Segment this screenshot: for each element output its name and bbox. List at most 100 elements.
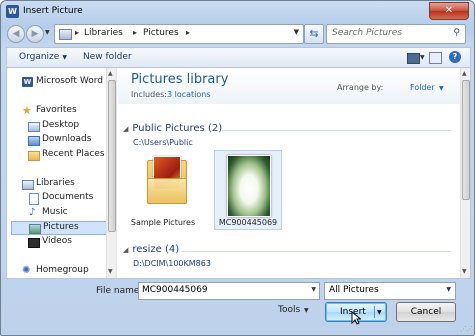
library-header: Pictures library Includes: 3 locations A… (118, 68, 460, 104)
change-view-icon[interactable] (407, 53, 420, 64)
scroll-down-arrow-icon[interactable]: ▼ (462, 268, 467, 275)
insert-options-dropdown[interactable]: ▼ (377, 304, 382, 322)
group-header-public-pictures[interactable]: ◢ Public Pictures (2) (123, 123, 222, 134)
nav-item-label: Favorites (36, 105, 77, 115)
nav-item-label: Microsoft Word (36, 76, 103, 86)
scroll-up-arrow-icon[interactable]: ▲ (108, 70, 113, 77)
folder-front-shape (147, 178, 187, 204)
main-area: W Microsoft Word ★ Favorites Desktop Dow… (6, 67, 471, 279)
documents-icon (29, 193, 39, 205)
tools-button[interactable]: Tools (278, 305, 300, 315)
image-thumbnail (227, 155, 271, 217)
nav-item-pictures[interactable]: Pictures (11, 221, 107, 235)
file-tile-sample-pictures[interactable]: Sample Pictures (130, 152, 196, 228)
mouse-cursor-icon (351, 311, 361, 325)
group-title: resize (4) (132, 244, 180, 255)
folder-icon (147, 156, 187, 204)
libraries-icon (22, 180, 34, 190)
nav-item-label: Desktop (42, 120, 80, 130)
resize-grip-icon[interactable]: ⋰⋰ (460, 325, 473, 333)
breadcrumb-libraries[interactable]: Libraries (84, 28, 123, 38)
pictures-icon (29, 224, 41, 234)
nav-item-label: Homegroup (36, 265, 89, 275)
star-icon: ★ (22, 104, 32, 117)
library-locations-link[interactable]: 3 locations (167, 90, 211, 99)
chevron-down-icon: ▼ (62, 54, 67, 61)
nav-scrollbar-thumb[interactable] (108, 80, 116, 232)
search-placeholder: Search Pictures (332, 28, 403, 38)
view-options-dropdown[interactable]: ▼ (420, 54, 425, 61)
chevron-down-icon[interactable]: ▼ (311, 286, 316, 293)
breadcrumb-separator[interactable]: ▸ (75, 28, 79, 37)
libraries-address-icon (59, 29, 72, 40)
close-button[interactable]: ✕ (429, 2, 469, 20)
music-icon: ♪ (29, 207, 36, 218)
chevron-down-icon[interactable]: ▼ (304, 307, 309, 314)
forward-button[interactable]: ▶ (26, 25, 44, 43)
group-path: C:\Users\Public (133, 138, 193, 147)
cancel-button[interactable]: Cancel (396, 302, 456, 322)
file-name-value: MC900445069 (142, 285, 208, 295)
nav-scrollbar[interactable]: ▲ ▼ (106, 68, 116, 278)
nav-item-label: Videos (42, 236, 72, 246)
word-icon: W (22, 77, 33, 87)
recent-locations-dropdown[interactable]: ▼ (45, 29, 50, 36)
address-history-dropdown[interactable]: ▼ (294, 28, 299, 36)
nav-item-label: Recent Places (42, 149, 105, 159)
nav-item-label: Pictures (43, 222, 79, 232)
breadcrumb-pictures[interactable]: Pictures (143, 28, 179, 38)
downloads-folder-icon (28, 136, 40, 146)
file-type-value: All Pictures (329, 285, 379, 295)
scroll-down-arrow-icon[interactable]: ▼ (108, 268, 113, 275)
homegroup-icon: ✺ (22, 265, 31, 276)
new-folder-button[interactable]: New folder (83, 52, 132, 62)
chevron-down-icon[interactable]: ▼ (446, 286, 451, 293)
recent-places-icon (28, 151, 40, 161)
address-bar[interactable]: ▸ Libraries ▸ Pictures ▸ ▼ (54, 24, 304, 44)
nav-item-label: Music (42, 207, 68, 217)
file-type-select[interactable]: All Pictures ▼ (324, 282, 456, 300)
navigation-pane: W Microsoft Word ★ Favorites Desktop Dow… (7, 68, 117, 278)
search-icon[interactable]: ⚲ (453, 28, 460, 38)
library-title: Pictures library (131, 72, 229, 87)
group-divider (181, 251, 451, 252)
split-divider (374, 306, 375, 318)
organize-button[interactable]: Organize ▼ (19, 52, 67, 62)
file-name-label: File name: (96, 286, 143, 296)
file-tile-mc900445069[interactable]: MC900445069 (214, 150, 282, 230)
arrange-by-label: Arrange by: (337, 83, 384, 92)
library-includes-label: Includes: (131, 90, 167, 99)
dialog-title: Insert Picture (23, 6, 83, 16)
collapse-caret-icon[interactable]: ◢ (123, 246, 128, 254)
file-name: MC900445069 (218, 218, 278, 227)
word-app-icon: W (6, 5, 19, 18)
insert-picture-dialog: W Insert Picture ✕ ◀ ▶ ▼ ▸ Libraries ▸ P… (0, 0, 475, 336)
preview-pane-icon[interactable] (429, 52, 442, 64)
refresh-button[interactable]: ⇆ (304, 24, 324, 44)
organize-label: Organize (19, 52, 60, 62)
collapse-caret-icon[interactable]: ◢ (123, 125, 128, 133)
nav-item-label: Documents (42, 192, 94, 202)
title-bar: W Insert Picture ✕ (1, 1, 474, 25)
back-button[interactable]: ◀ (7, 25, 25, 43)
content-pane: Pictures library Includes: 3 locations A… (118, 68, 460, 278)
file-name: Sample Pictures (130, 218, 196, 227)
content-scrollbar[interactable]: ▲ ▼ (460, 68, 470, 278)
videos-icon (28, 238, 40, 248)
group-divider (221, 130, 451, 131)
chevron-down-icon[interactable]: ▼ (439, 85, 444, 92)
scroll-up-arrow-icon[interactable]: ▲ (462, 70, 467, 77)
nav-item-label: Downloads (42, 134, 92, 144)
group-title: Public Pictures (2) (132, 123, 223, 134)
desktop-folder-icon (28, 122, 40, 132)
breadcrumb-separator[interactable]: ▸ (186, 28, 190, 37)
breadcrumb-separator[interactable]: ▸ (133, 28, 137, 37)
help-icon[interactable]: ? (449, 51, 461, 63)
content-scrollbar-thumb[interactable] (462, 80, 470, 200)
file-name-input[interactable]: MC900445069 ▼ (138, 282, 320, 300)
arrange-by-dropdown[interactable]: Folder (410, 83, 435, 92)
nav-item-label: Libraries (36, 178, 75, 188)
group-header-resize[interactable]: ◢ resize (4) (123, 244, 179, 255)
command-toolbar: Organize ▼ New folder ▼ ? (6, 47, 471, 68)
search-input[interactable]: Search Pictures ⚲ (326, 24, 466, 44)
